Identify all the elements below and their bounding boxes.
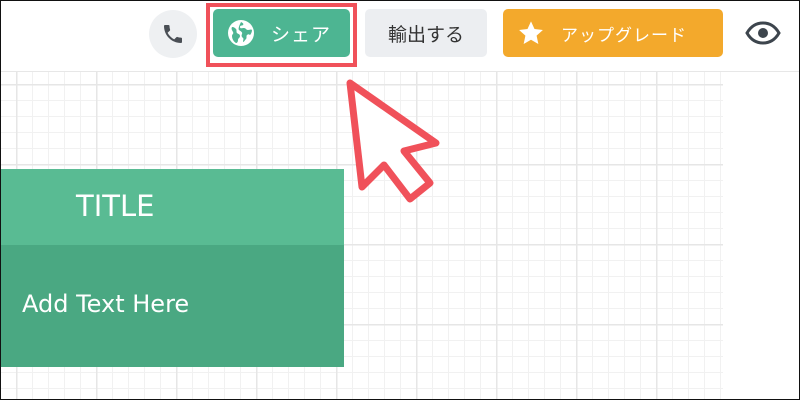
star-icon	[519, 21, 543, 44]
card-body[interactable]: Add Text Here	[1, 245, 344, 367]
phone-button[interactable]	[149, 10, 197, 58]
export-button[interactable]: 輸出する	[365, 9, 487, 57]
export-button-label: 輸出する	[387, 23, 464, 46]
app-frame: シェア 輸出する アップグレード TITLE Add Text Here	[0, 0, 800, 400]
card-header[interactable]: TITLE	[1, 169, 344, 245]
share-button-label: シェア	[271, 23, 332, 46]
share-button[interactable]: シェア	[213, 9, 350, 57]
canvas-margin	[723, 72, 799, 399]
upgrade-button[interactable]: アップグレード	[503, 9, 723, 57]
cursor-arrow-icon	[346, 79, 440, 203]
card-title: TITLE	[76, 189, 155, 223]
phone-icon	[164, 25, 182, 43]
card-body-text: Add Text Here	[22, 290, 190, 318]
text-card[interactable]: TITLE Add Text Here	[1, 169, 344, 367]
preview-button[interactable]	[744, 17, 782, 49]
globe-icon	[228, 20, 254, 46]
eye-icon	[745, 21, 781, 45]
upgrade-button-label: アップグレード	[561, 25, 687, 46]
top-toolbar: シェア 輸出する アップグレード	[1, 1, 799, 71]
